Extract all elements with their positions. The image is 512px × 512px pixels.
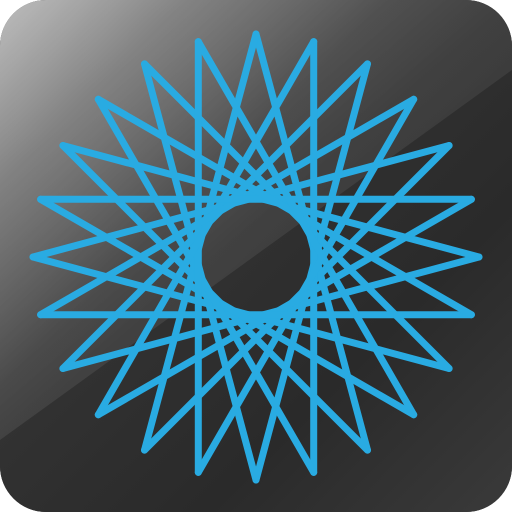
star-polygon-icon bbox=[0, 0, 512, 512]
app-icon[interactable] bbox=[0, 0, 512, 512]
